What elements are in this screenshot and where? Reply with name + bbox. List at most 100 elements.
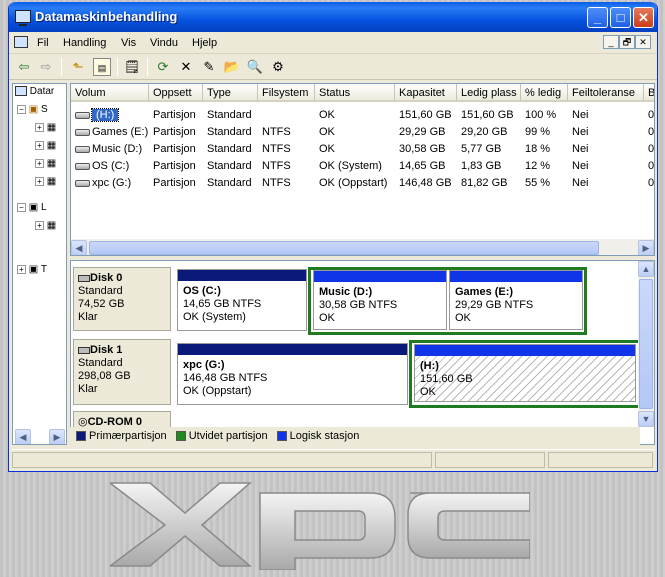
tree-item[interactable]: + ▦ — [35, 176, 56, 187]
legend-swatch-logical — [276, 431, 287, 442]
graph-vertical-scrollbar[interactable]: ▲ ▼ — [638, 261, 654, 427]
cell-type: Standard — [207, 109, 252, 121]
cell-free-space: 81,82 GB — [461, 177, 508, 189]
forward-icon[interactable]: ⇨ — [37, 58, 55, 76]
column-header-layout[interactable]: Oppsett — [149, 84, 203, 102]
settings-icon[interactable]: ⚙ — [269, 58, 287, 76]
menu-help[interactable]: Hjelp — [192, 37, 217, 49]
cell-percent-free: 18 % — [525, 143, 551, 155]
tree-item[interactable]: + ▦ — [35, 140, 56, 151]
menu-window[interactable]: Vindu — [150, 37, 178, 49]
status-pane — [548, 452, 653, 468]
drive-icon — [75, 179, 90, 187]
disk-icon — [78, 346, 90, 354]
refresh-icon[interactable]: ⟳ — [154, 58, 172, 76]
tree-node-storage[interactable]: − ▣ L — [17, 202, 47, 213]
column-header-free-space[interactable]: Ledig plass — [457, 84, 521, 102]
properties-icon[interactable]: 🗒 — [123, 58, 141, 76]
list-horizontal-scrollbar[interactable]: ◀ ▶ — [71, 239, 654, 255]
show-hide-tree-icon[interactable]: ▤ — [93, 58, 111, 76]
column-header-volume[interactable]: Volum — [71, 84, 149, 102]
cell-free-space: 29,20 GB — [461, 126, 508, 138]
maximize-button[interactable]: □ — [610, 7, 631, 28]
scroll-left-button[interactable]: ◀ — [71, 240, 87, 255]
close-button[interactable]: ✕ — [633, 7, 654, 28]
mdi-minimize-button[interactable]: _ — [603, 35, 619, 49]
mdi-close-button[interactable]: ✕ — [635, 35, 651, 49]
cell-capacity: 14,65 GB — [399, 160, 446, 172]
cell-filesystem: NTFS — [262, 126, 291, 138]
scroll-up-button[interactable]: ▲ — [638, 261, 654, 277]
tree-item[interactable]: + ▦ — [35, 158, 56, 169]
cell-status: OK — [319, 126, 335, 138]
tree-item[interactable]: + ▦ — [35, 122, 56, 133]
cell-fault-tolerance: Nei — [572, 160, 589, 172]
disk1-label[interactable]: Disk 1 Standard 298,08 GB Klar — [73, 339, 171, 405]
expand-icon[interactable]: + — [17, 264, 26, 274]
cell-fault-tolerance: Nei — [572, 109, 589, 121]
menu-file[interactable]: Fil — [37, 37, 49, 49]
open-icon[interactable]: 📂 — [223, 58, 241, 76]
expand-icon[interactable]: + — [35, 122, 44, 132]
minimize-button[interactable]: _ — [587, 7, 608, 28]
scroll-down-button[interactable]: ▼ — [638, 411, 654, 427]
tree-scroll-left-button[interactable]: ◀ — [15, 429, 31, 444]
cell-status: OK (Oppstart) — [319, 177, 388, 189]
expand-icon[interactable]: + — [35, 140, 44, 150]
system-menu-icon[interactable] — [14, 36, 28, 48]
scroll-thumb[interactable] — [89, 241, 599, 255]
title-bar[interactable]: Datamaskinbehandling _ □ ✕ — [9, 2, 657, 32]
cell-type: Standard — [207, 177, 252, 189]
expand-icon[interactable]: + — [35, 176, 44, 186]
cell-free-space: 1,83 GB — [461, 160, 502, 172]
column-header-capacity[interactable]: Kapasitet — [395, 84, 457, 102]
cell-overhead: 0 — [648, 143, 655, 155]
column-header-fault-tolerance[interactable]: Feiltoleranse — [568, 84, 644, 102]
scroll-right-button[interactable]: ▶ — [638, 240, 654, 255]
cell-layout: Partisjon — [153, 177, 196, 189]
column-header-filesystem[interactable]: Filsystem — [258, 84, 315, 102]
partition-music[interactable]: Music (D:) 30,58 GB NTFS OK — [313, 270, 447, 330]
menu-action[interactable]: Handling — [63, 37, 106, 49]
tree-scroll-right-button[interactable]: ▶ — [49, 429, 65, 444]
cell-capacity: 151,60 GB — [399, 109, 452, 121]
expand-icon[interactable]: + — [35, 220, 44, 230]
column-header-type[interactable]: Type — [203, 84, 258, 102]
search-icon[interactable]: 🔍 — [246, 58, 264, 76]
delete-icon[interactable]: ✕ — [177, 58, 195, 76]
partition-os[interactable]: OS (C:) 14,65 GB NTFS OK (System) — [177, 269, 307, 331]
tree-item[interactable]: + ▦ — [35, 220, 56, 231]
collapse-icon[interactable]: − — [17, 202, 26, 212]
scroll-thumb[interactable] — [639, 279, 653, 409]
disk-graphical-view: Disk 0 Standard 74,52 GB Klar OS (C:) 14,… — [70, 260, 655, 445]
partition-h[interactable]: (H:) 151,60 GB OK — [414, 344, 636, 402]
partition-games[interactable]: Games (E:) 29,29 GB NTFS OK — [449, 270, 583, 330]
up-folder-icon[interactable]: ⬑ — [69, 58, 87, 76]
status-pane — [12, 452, 432, 468]
edit-icon[interactable]: ✎ — [200, 58, 218, 76]
back-icon[interactable]: ⇦ — [15, 58, 33, 76]
cell-filesystem: NTFS — [262, 143, 291, 155]
status-pane — [435, 452, 545, 468]
cell-type: Standard — [207, 143, 252, 155]
column-header-percent-free[interactable]: % ledig — [521, 84, 568, 102]
partition-xpc[interactable]: xpc (G:) 146,48 GB NTFS OK (Oppstart) — [177, 343, 408, 405]
cell-volume: Music (D:) — [71, 140, 149, 157]
column-header-overhead[interactable]: Be — [644, 84, 654, 102]
cell-percent-free: 55 % — [525, 177, 551, 189]
status-bar — [12, 449, 655, 469]
drive-icon — [75, 145, 90, 153]
mdi-restore-button[interactable]: 🗗 — [619, 35, 635, 49]
expand-icon[interactable]: + — [35, 158, 44, 168]
cell-volume: (H:) — [71, 106, 149, 123]
menu-bar: Fil Handling Vis Vindu Hjelp _ 🗗 ✕ — [9, 32, 657, 54]
legend-extended: Utvidet partisjon — [188, 430, 268, 442]
disk0-label[interactable]: Disk 0 Standard 74,52 GB Klar — [73, 267, 171, 331]
collapse-icon[interactable]: − — [17, 104, 26, 114]
column-header-status[interactable]: Status — [315, 84, 395, 102]
tree-node-services[interactable]: + ▣ T — [17, 264, 47, 275]
tree-root[interactable]: Datar — [15, 86, 54, 97]
performance-icon: ▦ — [46, 176, 57, 187]
menu-view[interactable]: Vis — [121, 37, 136, 49]
tree-node-system[interactable]: − ▣ S — [17, 104, 48, 115]
